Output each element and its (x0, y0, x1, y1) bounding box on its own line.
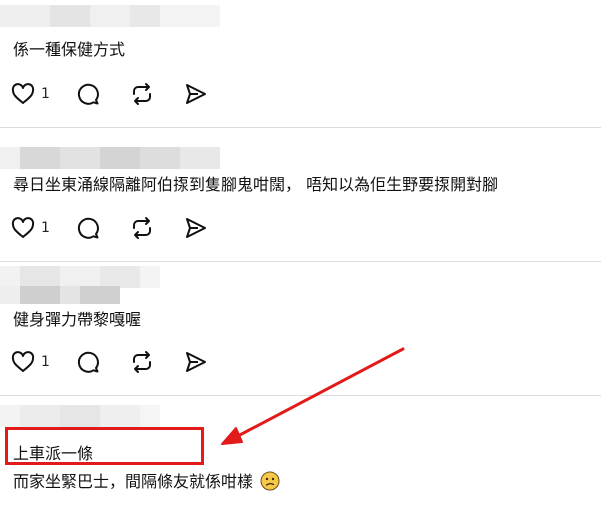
annotation-arrow (221, 347, 405, 445)
